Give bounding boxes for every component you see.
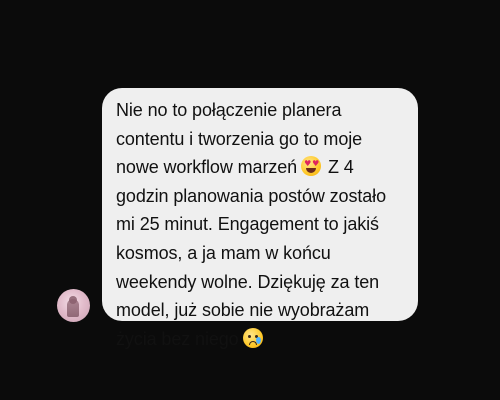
sender-avatar[interactable] [57,289,90,322]
message-line-3-text: nowe workflow marzeń [116,157,298,178]
message-bubble[interactable]: Nie no to połączenie planera contentu i … [102,88,418,349]
chat-screen: Nie no to połączenie planera contentu i … [0,0,500,400]
message-line-7: weekendy wolne. Dziękuję za ten [116,271,380,292]
message-line-1: Nie no to połączenie planera [116,100,342,120]
message-line-2: contentu i tworzenia go to moje [116,128,363,149]
message-line-6: kosmos, a ja mam w końcu [116,242,331,263]
avatar-head [69,296,77,304]
message-line-8: model, już sobie nie wyobrażam [116,300,370,321]
message-line-5: mi 25 minut. Engagement to jakiś [116,214,379,235]
message-line-4: godzin planowania postów zostało [116,185,386,206]
heart-eyes-emoji-icon: ♥ ♥ [301,156,322,177]
message-line-3: nowe workflow marzeń ♥ ♥ Z 4 [116,153,404,182]
message-line-9-text: życia bez niego [116,328,239,349]
message-line-9: życia bez niego [116,325,404,354]
crying-face-emoji-icon [242,327,263,348]
message-line-3-tail: Z 4 [327,157,354,178]
